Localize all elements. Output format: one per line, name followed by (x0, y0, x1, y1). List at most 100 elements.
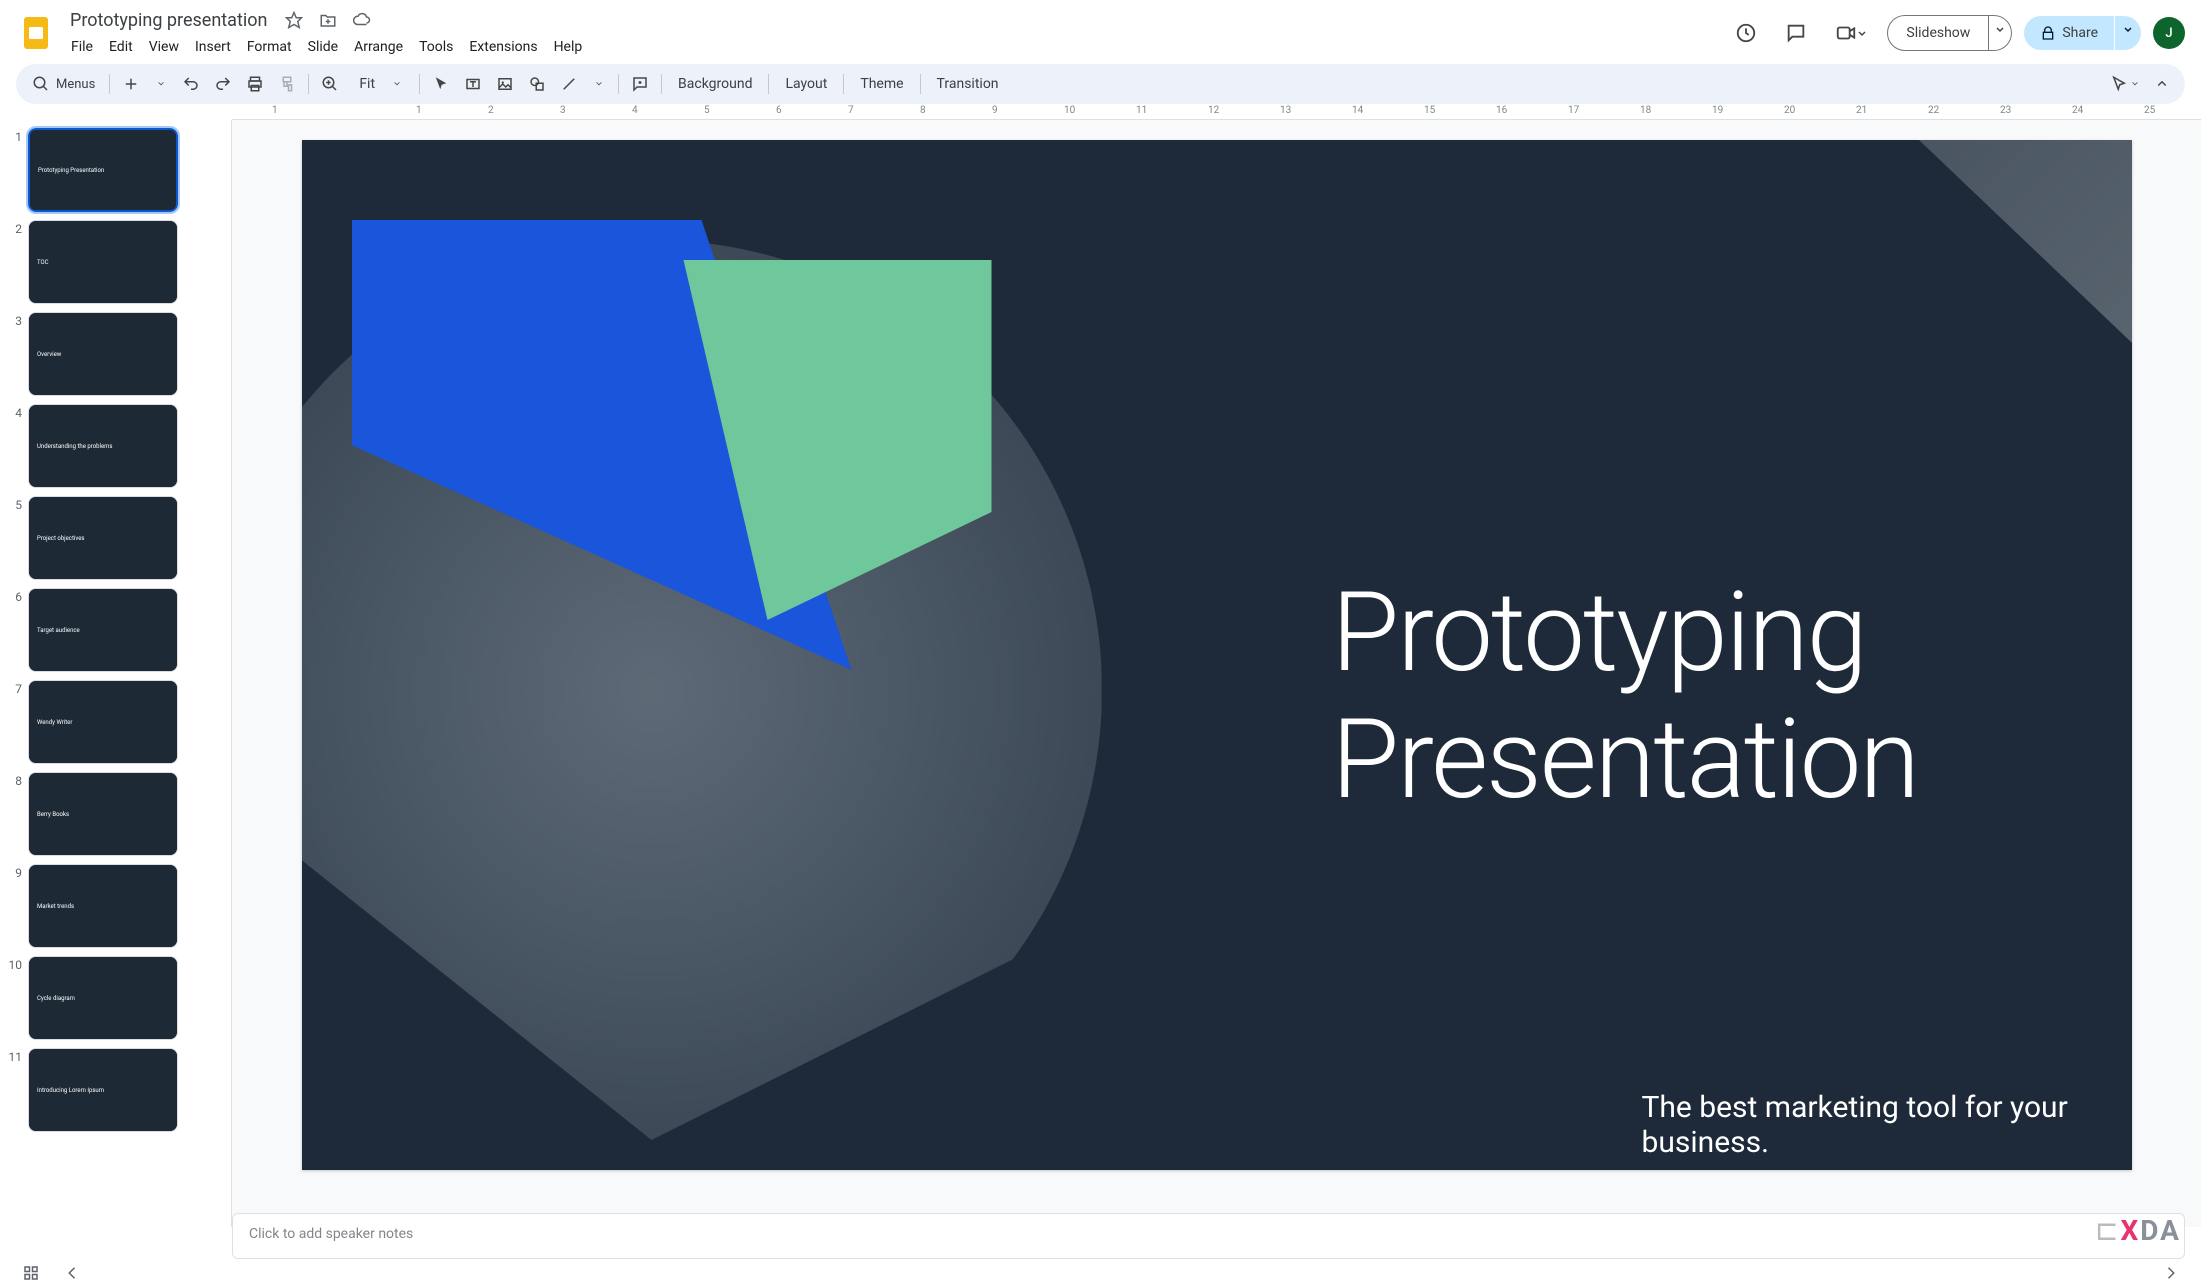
slideshow-button[interactable]: Slideshow (1887, 15, 1989, 51)
thumb-number: 8 (4, 772, 28, 788)
theme-button[interactable]: Theme (850, 70, 913, 98)
explore-side-button[interactable] (2155, 1258, 2185, 1288)
slide-subtitle-text[interactable]: The best marketing tool for your busines… (1642, 1090, 2132, 1160)
shape-button[interactable] (522, 69, 552, 99)
line-button[interactable] (554, 69, 584, 99)
print-button[interactable] (240, 69, 270, 99)
slide-thumbnail[interactable]: Berry Books (28, 772, 178, 856)
ruler-tick: 4 (632, 105, 638, 116)
menu-tools[interactable]: Tools (412, 35, 460, 59)
line-dropdown[interactable] (586, 74, 612, 94)
select-tool-button[interactable] (426, 69, 456, 99)
cloud-status-icon[interactable] (349, 7, 375, 33)
ruler-tick: 17 (1568, 105, 1579, 116)
canvas-area: Prototyping Presentation The best market… (232, 120, 2201, 1227)
account-avatar[interactable]: J (2153, 17, 2185, 49)
transition-button[interactable]: Transition (927, 70, 1009, 98)
menu-insert[interactable]: Insert (188, 35, 238, 59)
mode-dropdown[interactable] (2104, 69, 2145, 99)
vertical-ruler (208, 120, 232, 1227)
slide-title-text[interactable]: Prototyping Presentation (1332, 570, 1918, 823)
share-button[interactable]: Share (2024, 16, 2114, 50)
slide-thumbnail[interactable]: Prototyping Presentation (28, 128, 178, 212)
filmstrip[interactable]: 1Prototyping Presentation2TOC3Overview4U… (0, 120, 208, 1227)
thumb-row: 5Project objectives (4, 496, 200, 580)
slide-corner-graphic (1732, 140, 2132, 390)
slide-thumbnail[interactable]: Wendy Writer (28, 680, 178, 764)
menu-slide[interactable]: Slide (301, 35, 345, 59)
menu-arrange[interactable]: Arrange (347, 35, 410, 59)
thumb-title: Target audience (29, 589, 177, 671)
ruler-tick: 1 (272, 105, 278, 116)
thumb-title: Understanding the problems (29, 405, 177, 487)
slide-canvas[interactable]: Prototyping Presentation The best market… (302, 140, 2132, 1170)
background-button[interactable]: Background (668, 70, 762, 98)
meet-icon[interactable] (1827, 14, 1875, 52)
redo-button[interactable] (208, 69, 238, 99)
lock-icon (2040, 25, 2056, 41)
comments-icon[interactable] (1777, 14, 1815, 52)
thumb-number: 3 (4, 312, 28, 328)
document-title[interactable]: Prototyping presentation (64, 8, 273, 33)
slide-thumbnail[interactable]: Introducing Lorem Ipsum (28, 1048, 178, 1132)
share-dropdown[interactable] (2115, 16, 2141, 50)
slide-thumbnail[interactable]: Understanding the problems (28, 404, 178, 488)
ruler-tick: 21 (1856, 105, 1867, 116)
menu-view[interactable]: View (142, 35, 186, 59)
slide-thumbnail[interactable]: Project objectives (28, 496, 178, 580)
thumb-number: 2 (4, 220, 28, 236)
search-menus-label: Menus (56, 77, 95, 92)
thumb-row: 11Introducing Lorem Ipsum (4, 1048, 200, 1132)
hide-menus-button[interactable] (2147, 69, 2177, 99)
slide-thumbnail[interactable]: Cycle diagram (28, 956, 178, 1040)
thumb-row: 6Target audience (4, 588, 200, 672)
thumb-row: 1Prototyping Presentation (4, 128, 200, 212)
thumb-title: Overview (29, 313, 177, 395)
history-icon[interactable] (1727, 14, 1765, 52)
paint-format-button[interactable] (272, 69, 302, 99)
app-header: Prototyping presentation File Edit View … (0, 0, 2201, 60)
horizontal-ruler: 1123456789101112131415161718192021222324… (232, 104, 2201, 120)
explore-button[interactable] (58, 1258, 88, 1288)
thumb-number: 4 (4, 404, 28, 420)
slide-thumbnail[interactable]: Market trends (28, 864, 178, 948)
thumb-row: 3Overview (4, 312, 200, 396)
share-label: Share (2062, 25, 2098, 41)
search-menus[interactable]: Menus (24, 71, 103, 97)
speaker-notes[interactable]: Click to add speaker notes (232, 1213, 2185, 1259)
menu-extensions[interactable]: Extensions (462, 35, 544, 59)
ruler-tick: 18 (1640, 105, 1651, 116)
thumb-title: Berry Books (29, 773, 177, 855)
image-button[interactable] (490, 69, 520, 99)
menu-edit[interactable]: Edit (102, 35, 140, 59)
menu-format[interactable]: Format (240, 35, 299, 59)
star-icon[interactable] (281, 7, 307, 33)
slideshow-dropdown[interactable] (1989, 15, 2012, 51)
slide-thumbnail[interactable]: Overview (28, 312, 178, 396)
layout-button[interactable]: Layout (775, 70, 837, 98)
new-slide-button[interactable] (116, 69, 146, 99)
zoom-tool-button[interactable] (315, 69, 345, 99)
comment-button[interactable] (625, 69, 655, 99)
slides-logo[interactable] (16, 13, 56, 53)
ruler-tick: 15 (1424, 105, 1435, 116)
thumb-row: 4Understanding the problems (4, 404, 200, 488)
grid-view-button[interactable] (16, 1258, 46, 1288)
slide-thumbnail[interactable]: TOC (28, 220, 178, 304)
undo-button[interactable] (176, 69, 206, 99)
menu-file[interactable]: File (64, 35, 100, 59)
menu-help[interactable]: Help (547, 35, 590, 59)
thumb-title: TOC (29, 221, 177, 303)
thumb-title: Project objectives (29, 497, 177, 579)
thumb-title: Cycle diagram (29, 957, 177, 1039)
ruler-tick: 14 (1352, 105, 1363, 116)
slide-thumbnail[interactable]: Target audience (28, 588, 178, 672)
zoom-dropdown[interactable]: Fit (347, 72, 413, 96)
thumb-row: 9Market trends (4, 864, 200, 948)
search-icon (32, 75, 50, 93)
ruler-tick: 1 (416, 105, 422, 116)
textbox-button[interactable] (458, 69, 488, 99)
thumb-row: 8Berry Books (4, 772, 200, 856)
new-slide-dropdown[interactable] (148, 74, 174, 94)
move-icon[interactable] (315, 7, 341, 33)
